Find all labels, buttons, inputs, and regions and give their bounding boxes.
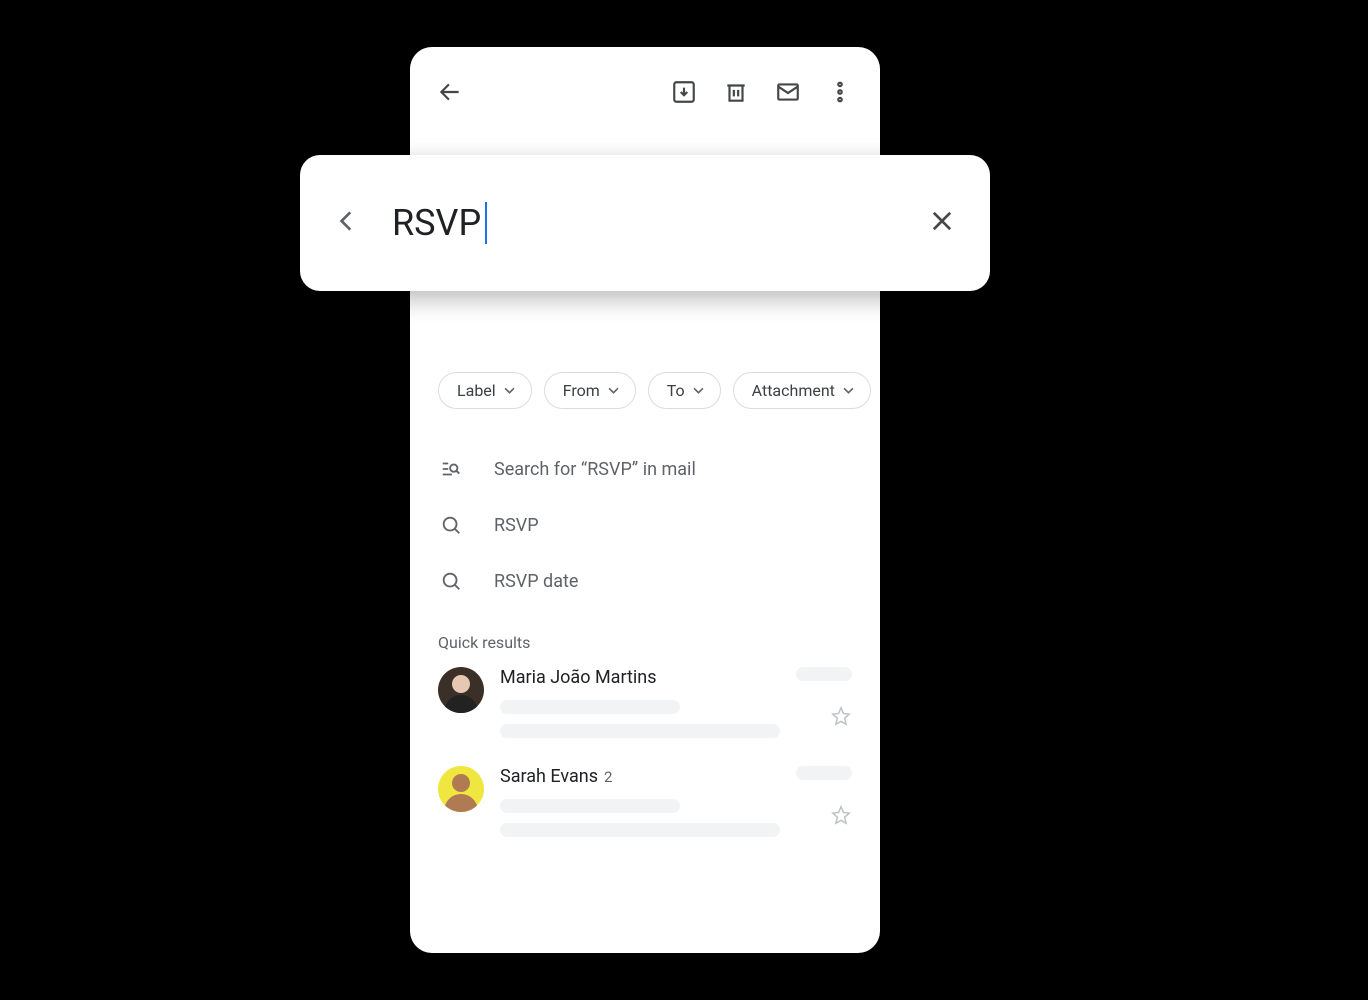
search-query-text: RSVP [392, 202, 481, 244]
chevron-down-icon [693, 385, 704, 396]
chip-label: To [667, 381, 685, 400]
result-side [796, 766, 852, 830]
back-arrow-icon[interactable] [430, 72, 470, 112]
search-icon [438, 570, 464, 592]
suggestion-text: Search for “RSVP” in mail [494, 459, 696, 480]
star-icon[interactable] [830, 705, 852, 731]
result-count: 2 [604, 768, 612, 786]
avatar [438, 667, 484, 713]
quick-results-header: Quick results [438, 633, 530, 652]
filter-chips-row: Label From To Attachment [438, 372, 880, 409]
delete-icon[interactable] [716, 72, 756, 112]
suggestion-row[interactable]: RSVP date [438, 553, 852, 609]
text-cursor [485, 202, 487, 244]
skeleton-line [500, 823, 780, 837]
attachment-chip[interactable]: Attachment [733, 372, 871, 409]
chevron-down-icon [504, 385, 515, 396]
skeleton-line [500, 799, 680, 813]
search-in-mail-row[interactable]: Search for “RSVP” in mail [438, 441, 852, 497]
quick-results-list: Maria João Martins Sarah Evans 2 [438, 667, 852, 865]
result-body: Sarah Evans 2 [500, 766, 780, 837]
skeleton-pill [796, 766, 852, 780]
chip-label: Label [457, 381, 496, 400]
search-icon [438, 514, 464, 536]
archive-icon[interactable] [664, 72, 704, 112]
suggestion-text: RSVP [494, 515, 539, 536]
result-row[interactable]: Sarah Evans 2 [438, 766, 852, 837]
chip-label: Attachment [752, 381, 835, 400]
star-icon[interactable] [830, 804, 852, 830]
suggestion-text: RSVP date [494, 571, 578, 592]
result-name: Maria João Martins [500, 667, 657, 688]
suggestion-row[interactable]: RSVP [438, 497, 852, 553]
chevron-down-icon [843, 385, 854, 396]
label-chip[interactable]: Label [438, 372, 532, 409]
chip-label: From [563, 381, 600, 400]
skeleton-pill [796, 667, 852, 681]
avatar [438, 766, 484, 812]
chevron-down-icon [608, 385, 619, 396]
manage-search-icon [438, 458, 464, 480]
search-input[interactable]: RSVP [392, 202, 487, 244]
search-bar: RSVP [300, 155, 990, 291]
skeleton-line [500, 700, 680, 714]
to-chip[interactable]: To [648, 372, 721, 409]
result-row[interactable]: Maria João Martins [438, 667, 852, 738]
search-suggestions: Search for “RSVP” in mail RSVP RSVP date [438, 441, 852, 609]
appbar [410, 47, 880, 137]
mail-icon[interactable] [768, 72, 808, 112]
chevron-left-icon[interactable] [334, 208, 360, 238]
result-body: Maria João Martins [500, 667, 780, 738]
more-vert-icon[interactable] [820, 72, 860, 112]
skeleton-line [500, 724, 780, 738]
close-icon[interactable] [928, 207, 956, 239]
from-chip[interactable]: From [544, 372, 636, 409]
result-name: Sarah Evans [500, 766, 598, 787]
result-side [796, 667, 852, 731]
